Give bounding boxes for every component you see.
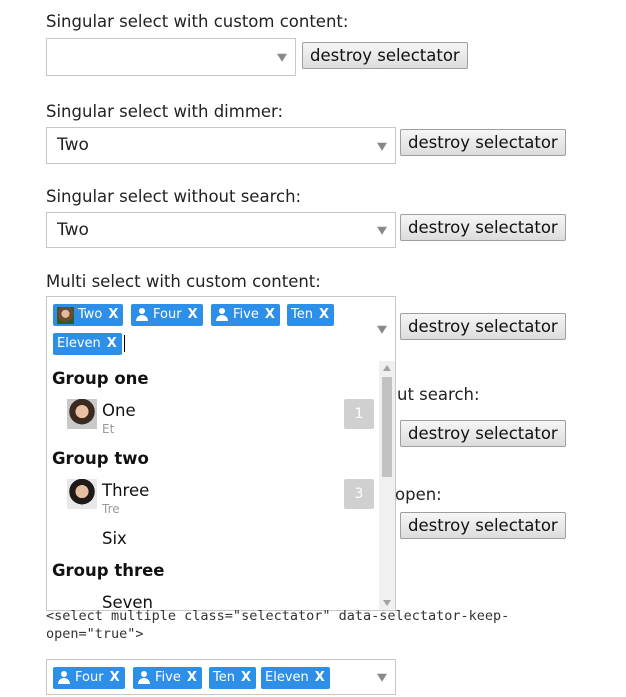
remove-chip-button[interactable]: X — [187, 667, 197, 689]
chevron-down-icon — [277, 53, 287, 62]
chip-four: Four X — [53, 667, 125, 689]
remove-chip-button[interactable]: X — [107, 333, 117, 355]
avatar-icon — [57, 306, 74, 324]
chip-two: Two X — [53, 304, 124, 326]
select-no-search[interactable]: Two — [46, 212, 396, 248]
remove-chip-button[interactable]: X — [188, 304, 198, 326]
destroy-button-6[interactable]: destroy selectator — [400, 512, 566, 539]
remove-chip-button[interactable]: X — [241, 667, 251, 689]
remove-chip-button[interactable]: X — [319, 304, 329, 326]
dropdown-scrollbar[interactable] — [379, 361, 395, 610]
person-icon — [137, 671, 151, 685]
avatar — [67, 479, 97, 509]
option-sub: Tre — [102, 502, 120, 516]
remove-chip-button[interactable]: X — [315, 667, 325, 689]
option-six[interactable]: Six — [102, 529, 127, 548]
option-three[interactable]: Three — [102, 481, 149, 500]
group-title: Group one — [52, 369, 149, 388]
select-value: Two — [57, 135, 89, 155]
destroy-button-1[interactable]: destroy selectator — [302, 42, 468, 69]
person-icon — [215, 308, 229, 322]
destroy-button-5[interactable]: destroy selectator — [400, 420, 566, 447]
group-title: Group two — [52, 449, 149, 468]
avatar — [67, 399, 97, 429]
option-sub: Et — [102, 422, 115, 436]
chip-five: Five X — [211, 304, 280, 326]
destroy-button-2[interactable]: destroy selectator — [400, 129, 566, 156]
label-dimmer: Singular select with dimmer: — [46, 102, 284, 121]
person-icon — [57, 671, 71, 685]
remove-chip-button[interactable]: X — [110, 667, 120, 689]
chip-five: Five X — [133, 667, 202, 689]
chip-ten: Ten X — [209, 667, 257, 689]
label-custom-content: Singular select with custom content: — [46, 12, 349, 31]
chip-four: Four X — [131, 304, 203, 326]
chevron-down-icon — [377, 673, 387, 682]
select-custom-content[interactable] — [46, 38, 296, 76]
destroy-button-4[interactable]: destroy selectator — [400, 313, 566, 340]
option-badge: 1 — [344, 399, 374, 429]
select-dimmer[interactable]: Two — [46, 127, 396, 164]
chip-eleven: Eleven X — [261, 667, 330, 689]
group-title: Group three — [52, 561, 165, 580]
scroll-up-icon[interactable] — [383, 365, 391, 371]
person-icon — [135, 308, 149, 322]
scroll-thumb[interactable] — [382, 377, 392, 477]
remove-chip-button[interactable]: X — [108, 304, 118, 326]
label-multi-custom: Multi select with custom content: — [46, 272, 321, 291]
chip-eleven: Eleven X — [53, 333, 122, 355]
label-keep-open: open: — [395, 485, 442, 504]
chevron-down-icon — [377, 142, 387, 151]
select-value: Two — [57, 220, 89, 240]
option-one[interactable]: One — [102, 401, 136, 420]
destroy-button-3[interactable]: destroy selectator — [400, 214, 566, 241]
chevron-down-icon — [377, 325, 387, 334]
code-snippet: <select multiple class="selectator" data… — [46, 608, 510, 642]
options-dropdown[interactable]: Group one One Et 1 Group two Three Tre 3… — [46, 361, 396, 611]
chip-ten: Ten X — [287, 304, 335, 326]
chevron-down-icon — [377, 226, 387, 235]
search-caret[interactable] — [124, 335, 125, 352]
scroll-down-icon[interactable] — [383, 600, 391, 606]
option-badge: 3 — [344, 479, 374, 509]
label-multi-no-search: ut search: — [397, 385, 480, 404]
remove-chip-button[interactable]: X — [265, 304, 275, 326]
label-no-search: Singular select without search: — [46, 187, 302, 206]
